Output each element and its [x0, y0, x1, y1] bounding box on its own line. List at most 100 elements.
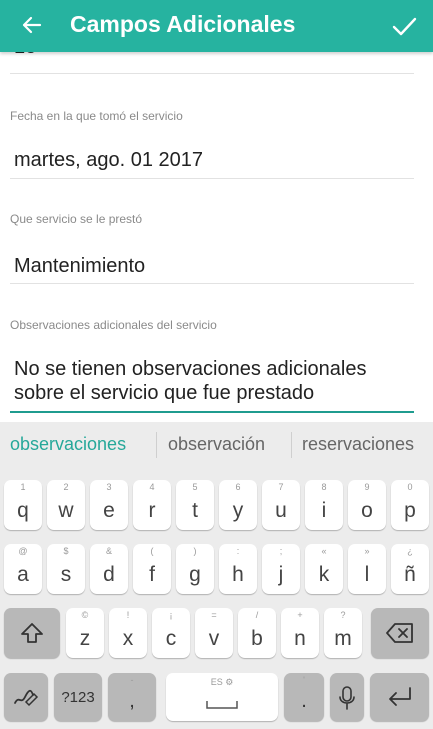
- key-v[interactable]: = v: [195, 608, 233, 658]
- key-q[interactable]: 1q: [4, 480, 42, 530]
- numbers-key[interactable]: ?123: [54, 673, 102, 721]
- key-n-tilde[interactable]: ¿ ñ: [391, 544, 429, 594]
- suggestion-item[interactable]: reservaciones: [302, 434, 414, 455]
- key-label: i: [321, 499, 327, 522]
- key-sub-label: !: [126, 610, 130, 620]
- handwriting-key[interactable]: [4, 673, 48, 721]
- service-date-label: Fecha en la que tomó el servicio: [10, 109, 183, 123]
- key-sub-label: 4: [149, 482, 155, 492]
- key-label: k: [318, 563, 330, 586]
- key-i[interactable]: 8i: [305, 480, 343, 530]
- key-sub-label: »: [364, 546, 370, 556]
- suggestion-strip: observaciones observación reservaciones: [0, 422, 433, 468]
- key-sub-label: 7: [278, 482, 284, 492]
- key-c[interactable]: ¡ c: [152, 608, 190, 658]
- key-sub-label: 0: [407, 482, 413, 492]
- key-sub-label: 2: [63, 482, 69, 492]
- arrow-left-icon[interactable]: [18, 10, 46, 40]
- service-type-field[interactable]: Mantenimiento: [14, 255, 145, 278]
- key-j[interactable]: ; j: [262, 544, 300, 594]
- key-e[interactable]: 3e: [90, 480, 128, 530]
- key-sub-label: ': [303, 675, 305, 685]
- key-h[interactable]: :h: [219, 544, 257, 594]
- key-sub-label: 9: [364, 482, 370, 492]
- key-sub-label: :: [236, 546, 240, 556]
- key-sub-label: 3: [106, 482, 112, 492]
- key-p[interactable]: 0p: [391, 480, 429, 530]
- key-label: m: [334, 627, 352, 650]
- previous-field-value[interactable]: 18: [14, 52, 36, 59]
- key-sub-label: «: [321, 546, 327, 556]
- key-sub-label: $: [63, 546, 69, 556]
- key-sub-label: @: [18, 546, 28, 556]
- key-sub-label: ): [193, 546, 197, 556]
- key-label: v: [208, 627, 220, 650]
- key-label: o: [361, 499, 373, 522]
- handwriting-icon: [14, 689, 39, 707]
- key-label: ,: [129, 690, 135, 712]
- enter-key[interactable]: [370, 673, 429, 721]
- key-n[interactable]: + n: [281, 608, 319, 658]
- key-b[interactable]: / b: [238, 608, 276, 658]
- key-w[interactable]: 2w: [47, 480, 85, 530]
- key-y[interactable]: 6y: [219, 480, 257, 530]
- key-sub-label: ©: [81, 610, 89, 620]
- suggestion-item[interactable]: observaciones: [10, 434, 126, 455]
- key-sub-label: 5: [192, 482, 198, 492]
- key-label: w: [58, 499, 74, 522]
- key-l[interactable]: » l: [348, 544, 386, 594]
- key-label: n: [294, 627, 306, 650]
- suggestion-item[interactable]: observación: [168, 434, 265, 455]
- key-a[interactable]: @ a: [4, 544, 42, 594]
- key-label: ñ: [404, 563, 416, 586]
- key-label: .: [301, 690, 307, 712]
- key-t[interactable]: 5t: [176, 480, 214, 530]
- comma-key[interactable]: - ,: [108, 673, 156, 721]
- key-x[interactable]: ! x: [109, 608, 147, 658]
- service-date-field[interactable]: martes, ago. 01 2017: [14, 149, 203, 172]
- page-title: Campos Adicionales: [70, 11, 296, 37]
- key-sub-label: 1: [20, 482, 26, 492]
- key-s[interactable]: $ s: [47, 544, 85, 594]
- key-f[interactable]: (f: [133, 544, 171, 594]
- key-sub-label: +: [297, 610, 303, 620]
- key-sub-label: /: [255, 610, 259, 620]
- service-type-label: Que servicio se le prestó: [10, 212, 143, 226]
- app-bar: Campos Adicionales: [0, 0, 433, 52]
- observations-field[interactable]: No se tienen observaciones adicionales s…: [14, 357, 414, 405]
- key-label: x: [122, 627, 134, 650]
- keyboard: 1q 2w 3e 4r 5t 6y 7u 8i 9o 0p @ a $ s & d (…: [0, 468, 433, 729]
- key-label: p: [404, 499, 416, 522]
- key-u[interactable]: 7u: [262, 480, 300, 530]
- key-m[interactable]: ? m: [324, 608, 362, 658]
- key-d[interactable]: & d: [90, 544, 128, 594]
- enter-icon: [389, 687, 411, 706]
- key-label: d: [103, 563, 115, 586]
- key-label: c: [165, 627, 177, 650]
- key-o[interactable]: 9o: [348, 480, 386, 530]
- period-key[interactable]: ' .: [284, 673, 324, 721]
- suggestion-divider: [291, 432, 292, 458]
- key-label: y: [232, 499, 244, 522]
- service-date-underline: [10, 178, 414, 179]
- key-g[interactable]: ) g: [176, 544, 214, 594]
- key-r[interactable]: 4r: [133, 480, 171, 530]
- backspace-icon: [386, 623, 413, 643]
- observations-label: Observaciones adicionales del servicio: [10, 318, 217, 332]
- key-label: j: [278, 563, 284, 586]
- key-k[interactable]: «k: [305, 544, 343, 594]
- key-label: g: [189, 563, 201, 586]
- key-sub-label: ?: [340, 610, 346, 620]
- shift-key[interactable]: [4, 608, 60, 658]
- suggestion-divider: [156, 432, 157, 458]
- key-label: h: [232, 563, 244, 586]
- backspace-key[interactable]: [371, 608, 429, 658]
- key-sub-label: -: [130, 675, 134, 685]
- additional-fields-form: 18 Fecha en la que tomó el servicio mart…: [0, 52, 433, 422]
- microphone-key[interactable]: [330, 673, 364, 721]
- shift-icon: [21, 623, 43, 643]
- observations-underline-active: [10, 411, 414, 413]
- space-key[interactable]: ES ⚙: [166, 673, 278, 721]
- key-z[interactable]: © z: [66, 608, 104, 658]
- check-icon[interactable]: [389, 11, 419, 41]
